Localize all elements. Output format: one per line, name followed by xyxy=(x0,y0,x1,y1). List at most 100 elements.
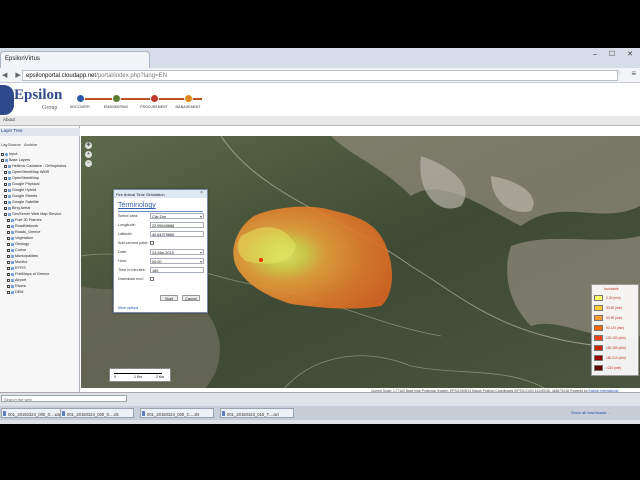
download-item[interactable]: 001_20150324_000_0....xls xyxy=(60,408,134,418)
layer-checkbox[interactable] xyxy=(7,266,10,270)
layer-tree-item[interactable]: DEM xyxy=(0,289,80,295)
dialog-heading[interactable]: Terminology xyxy=(118,202,156,209)
layer-checkbox[interactable] xyxy=(4,212,7,216)
legend-label: 90-120 (min) xyxy=(606,326,625,330)
layer-checkbox[interactable] xyxy=(7,254,10,258)
fire-simulation-dialog: Fire Arrival Time Simulation × Terminolo… xyxy=(113,189,208,313)
legend-swatch xyxy=(594,325,603,331)
field-time-minutes: Time in minutes: 180 xyxy=(118,267,204,274)
layer-icon xyxy=(8,194,11,198)
zoom-out-button[interactable]: – xyxy=(85,160,92,167)
layer-checkbox[interactable] xyxy=(7,290,10,294)
legend-swatch xyxy=(594,315,603,321)
layer-checkbox[interactable] xyxy=(4,188,7,192)
layer-checkbox[interactable] xyxy=(7,236,10,240)
field-second-point: Add second point: xyxy=(118,241,204,247)
field-longitude: Longitude: 22.95549888 xyxy=(118,222,204,229)
field-label: Download excl: xyxy=(118,277,144,281)
about-link[interactable]: About xyxy=(3,117,15,122)
download-item[interactable]: 001_20150323_015_T....avi xyxy=(220,408,294,418)
layer-checkbox[interactable] xyxy=(7,230,10,234)
field-label: Select area: xyxy=(118,214,139,218)
url-field[interactable]: epsilonportal.cloudapp.net/portal/index.… xyxy=(22,70,618,81)
more-options-link[interactable]: More options xyxy=(118,306,138,310)
layer-checkbox[interactable] xyxy=(4,194,7,198)
download-checkbox[interactable] xyxy=(150,277,154,281)
layer-icon xyxy=(8,200,11,204)
layer-checkbox[interactable] xyxy=(1,158,4,162)
step-dot xyxy=(183,94,193,103)
layer-checkbox[interactable] xyxy=(7,248,10,252)
layer-label: Roads_Greece xyxy=(15,230,41,234)
layer-icon xyxy=(11,260,14,264)
scale-label: 2 Km xyxy=(156,375,165,379)
layer-checkbox[interactable] xyxy=(4,200,7,204)
legend-label: 0-30 (min) xyxy=(606,296,621,300)
legend-label: 150-180 (min) xyxy=(606,346,626,350)
sidebar-tab-archive[interactable]: Archive xyxy=(24,142,37,147)
zoom-control: ✥ + – xyxy=(85,142,93,169)
layer-checkbox[interactable] xyxy=(7,260,10,264)
about-row: About xyxy=(0,116,640,126)
layer-icon xyxy=(8,206,11,210)
legend-label: 180-210 (min) xyxy=(606,356,626,360)
downloads-bar: Search the web 001_20150324_000_0....wav… xyxy=(0,392,640,424)
layer-checkbox[interactable] xyxy=(7,278,10,282)
second-point-checkbox[interactable] xyxy=(150,241,154,245)
longitude-input[interactable]: 22.95549888 xyxy=(150,222,204,228)
layer-checkbox[interactable] xyxy=(4,182,7,186)
layer-label: Monitor xyxy=(15,260,28,264)
layer-icon xyxy=(8,176,11,180)
layer-checkbox[interactable] xyxy=(7,284,10,288)
layer-checkbox[interactable] xyxy=(4,206,7,210)
layer-checkbox[interactable] xyxy=(1,152,4,156)
browser-tab[interactable]: EpsilonVirtus xyxy=(0,51,150,68)
hour-input[interactable]: 00:00 xyxy=(150,258,204,264)
layer-label: Hellenic Cadastre - Orthophotos xyxy=(12,164,67,168)
window-controls[interactable]: – ☐ ✕ xyxy=(593,50,638,58)
latitude-input[interactable]: 40.64379666 xyxy=(150,231,204,237)
step-label: MANAGEMENT xyxy=(175,105,201,109)
search-web-field[interactable]: Search the web xyxy=(1,395,127,402)
legend-row: 30-60 (min) xyxy=(594,305,638,312)
layer-checkbox[interactable] xyxy=(4,170,7,174)
layer-checkbox[interactable] xyxy=(7,218,10,222)
download-item[interactable]: 001_20150324_000_C....xls xyxy=(140,408,214,418)
legend-label: 120-150 (min) xyxy=(606,336,626,340)
layer-label: Google Streets xyxy=(12,194,38,198)
show-all-downloads-link[interactable]: Show all downloads... xyxy=(571,410,610,415)
scale-label: 0 xyxy=(114,375,116,379)
layer-label: OpenStreetMap WMS xyxy=(12,170,50,174)
select-area-dropdown[interactable]: City Zon xyxy=(150,213,204,219)
zoom-in-button[interactable]: + xyxy=(85,151,92,158)
bookmark-star-icon[interactable]: ☆ xyxy=(616,69,622,77)
layer-label: Google Hybrid xyxy=(12,188,37,192)
layer-icon xyxy=(11,272,14,276)
dialog-buttons: Start Cancel xyxy=(114,295,207,303)
scale-bar xyxy=(114,373,162,374)
url-domain: epsilonportal.cloudapp.net xyxy=(26,73,97,79)
legend-row: 0-30 (min) xyxy=(594,295,638,302)
sidebar-tab-lay[interactable]: Lay xyxy=(1,142,7,147)
layer-checkbox[interactable] xyxy=(4,176,7,180)
layer-checkbox[interactable] xyxy=(4,164,7,168)
date-input[interactable]: 24-Mar-2015 xyxy=(150,249,204,255)
step-discovery: DISCOVERY xyxy=(60,94,100,109)
layer-checkbox[interactable] xyxy=(7,242,10,246)
layer-label: EFFIS xyxy=(15,266,26,270)
legend-swatch xyxy=(594,335,603,341)
layer-checkbox[interactable] xyxy=(7,224,10,228)
sidebar-tab-source[interactable]: Source xyxy=(8,142,21,147)
legend-swatch xyxy=(594,295,603,301)
start-button[interactable]: Start xyxy=(160,295,178,301)
pan-icon[interactable]: ✥ xyxy=(85,142,92,149)
step-label: DISCOVERY xyxy=(69,105,91,109)
field-label: Longitude: xyxy=(118,223,136,227)
cancel-button[interactable]: Cancel xyxy=(182,295,200,301)
legend-label: 30-60 (min) xyxy=(606,306,623,310)
close-icon[interactable]: × xyxy=(200,191,205,196)
layer-checkbox[interactable] xyxy=(7,272,10,276)
browser-menu-icon[interactable]: ≡ xyxy=(631,69,636,78)
time-minutes-input[interactable]: 180 xyxy=(150,267,204,273)
field-label: Time in minutes: xyxy=(118,268,146,272)
